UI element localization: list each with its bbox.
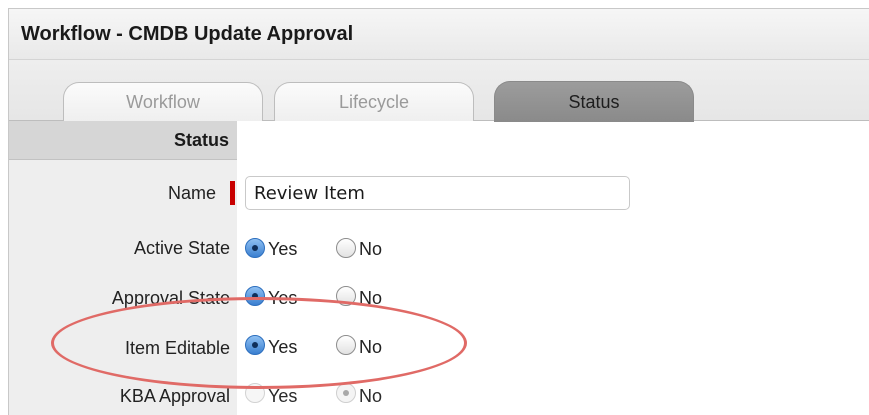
- kba-approval-no-label: No: [359, 386, 383, 406]
- active-state-no-radio[interactable]: [336, 238, 356, 258]
- kba-approval-yes-label: Yes: [268, 386, 298, 406]
- section-title: Status: [173, 130, 229, 150]
- item-editable-yes-label: Yes: [268, 337, 298, 357]
- approval-state-yes-label: Yes: [268, 288, 298, 308]
- window-titlebar: Workflow - CMDB Update Approval: [9, 9, 869, 60]
- label-column: [9, 121, 237, 415]
- item-editable-no-radio[interactable]: [336, 335, 356, 355]
- workflow-window: Workflow - CMDB Update Approval Workflow…: [8, 8, 869, 415]
- active-state-no-label: No: [359, 239, 383, 259]
- tab-strip: Workflow Lifecycle Status: [9, 60, 869, 122]
- approval-state-label: Approval State: [111, 288, 230, 308]
- name-input[interactable]: [245, 176, 630, 210]
- tab-lifecycle[interactable]: Lifecycle: [274, 82, 474, 121]
- item-editable-yes-radio[interactable]: [245, 335, 265, 355]
- window-title: Workflow - CMDB Update Approval: [21, 23, 354, 45]
- active-state-yes-radio[interactable]: [245, 238, 265, 258]
- kba-approval-no-radio[interactable]: [336, 383, 356, 403]
- section-header: Status: [9, 121, 237, 160]
- active-state-yes-label: Yes: [268, 239, 298, 259]
- approval-state-no-radio[interactable]: [336, 286, 356, 306]
- name-label: Name: [167, 183, 216, 203]
- item-editable-no-label: No: [359, 337, 383, 357]
- tab-status[interactable]: Status: [494, 81, 694, 122]
- kba-approval-yes-radio[interactable]: [245, 383, 265, 403]
- active-state-label: Active State: [133, 238, 230, 258]
- approval-state-no-label: No: [359, 288, 383, 308]
- approval-state-yes-radio[interactable]: [245, 286, 265, 306]
- tab-workflow[interactable]: Workflow: [63, 82, 263, 121]
- item-editable-label: Item Editable: [124, 338, 230, 358]
- kba-approval-label: KBA Approval: [119, 386, 230, 406]
- required-marker: [230, 181, 235, 205]
